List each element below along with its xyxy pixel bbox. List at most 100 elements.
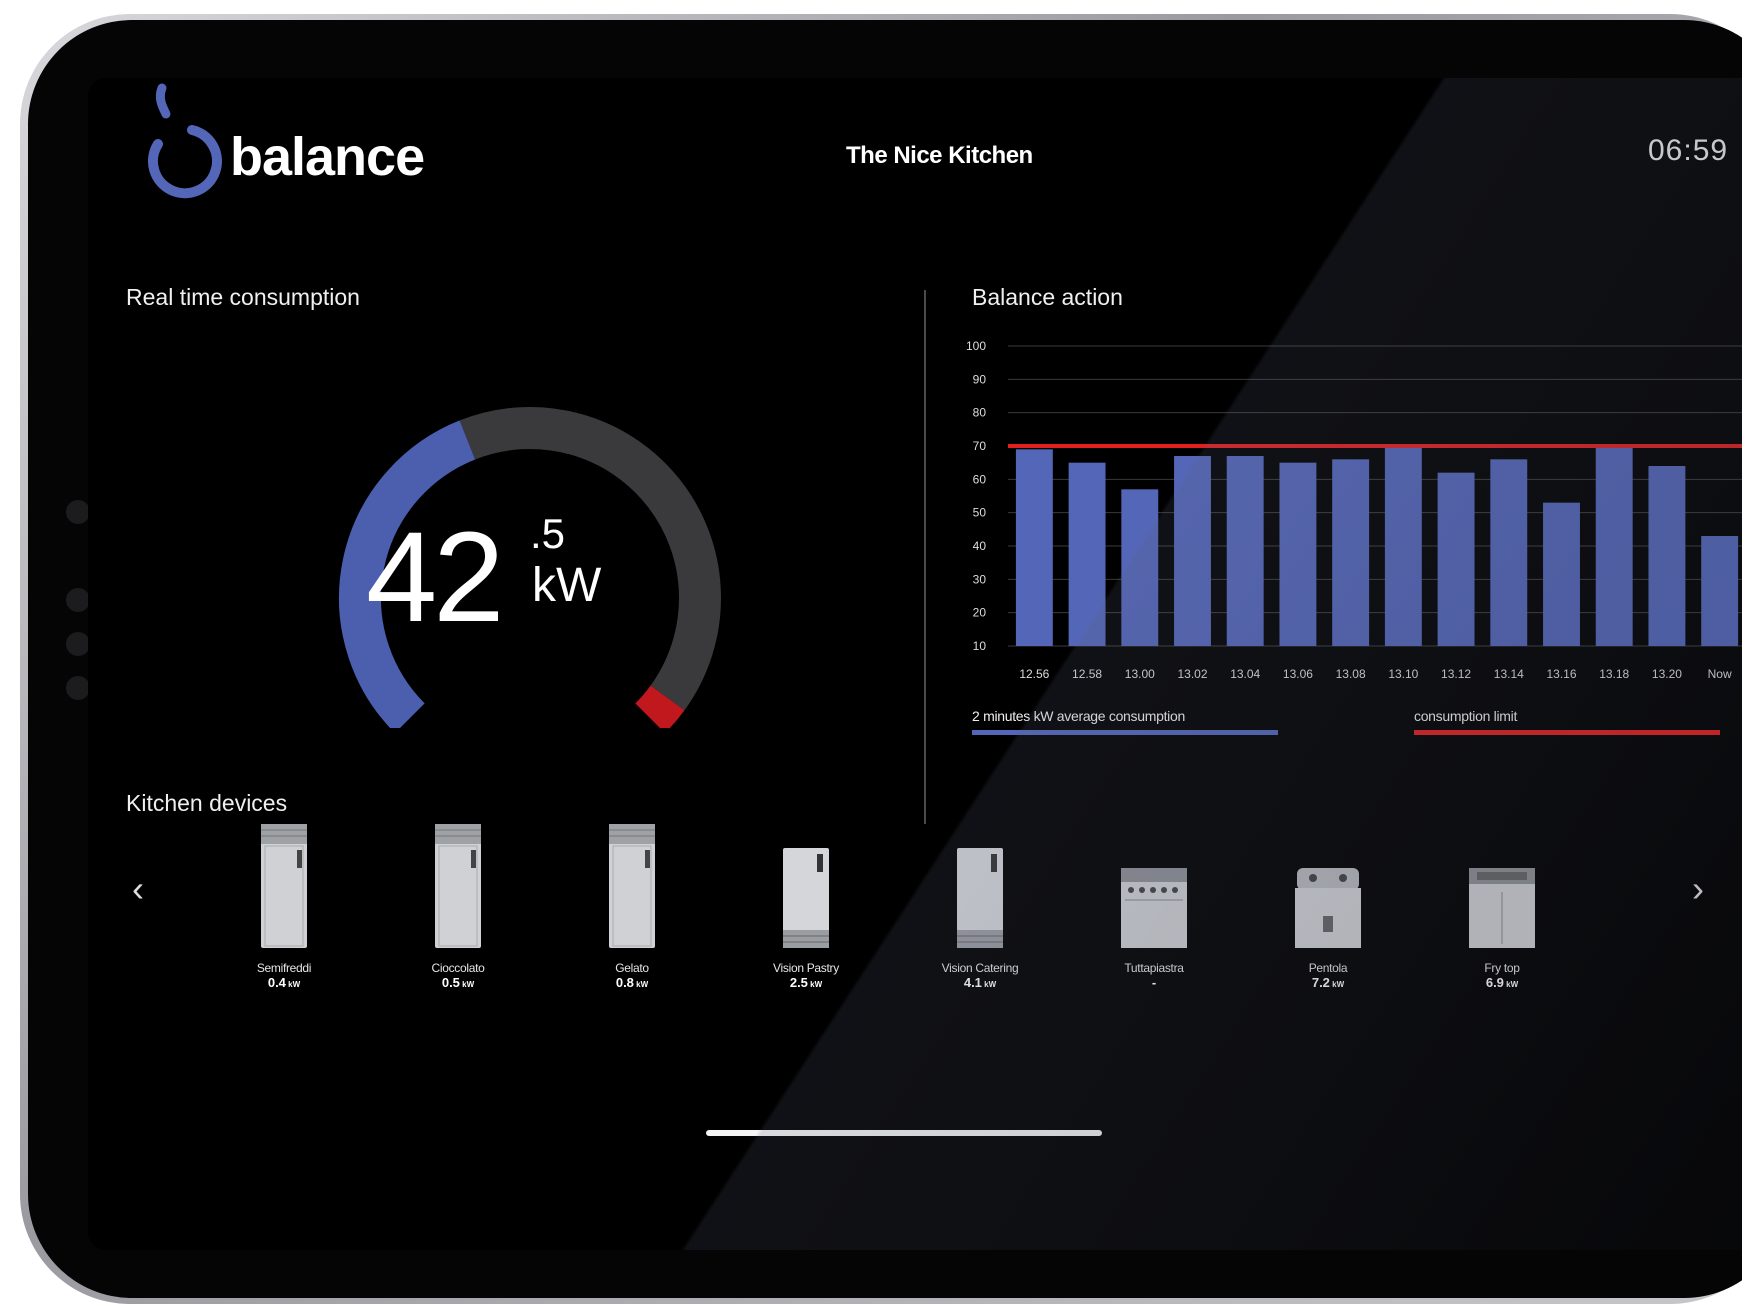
x-tick-label: 13.12 (1441, 667, 1471, 681)
bar (1543, 502, 1580, 646)
device-item[interactable]: Vision Pastry 2.5 kW (736, 846, 876, 990)
device-power-value: 2.5 (789, 975, 808, 990)
bar (1279, 462, 1317, 646)
device-power-value: - (1151, 975, 1157, 990)
y-tick-label: 70 (973, 439, 987, 453)
bar (1121, 489, 1159, 646)
device-name: Semifreddi (256, 961, 312, 975)
device-power-value: 0.8 (615, 975, 634, 990)
side-button (66, 588, 90, 612)
y-tick-label: 50 (973, 506, 987, 520)
device-name: Gelato (615, 961, 649, 975)
device-power-unit: kW (1503, 980, 1519, 989)
y-tick-label: 40 (973, 539, 987, 553)
y-tick-label: 60 (973, 472, 987, 486)
bar (1384, 446, 1422, 646)
y-tick-label: 80 (973, 406, 987, 420)
balance-chart: 10 20 30 40 50 60 70 80 90 100 12.56 12.58 13.00 13.… (966, 339, 1742, 681)
balance-logo-icon (147, 83, 222, 199)
x-tick-label: 13.02 (1177, 667, 1207, 681)
gauge-decimal: .5 (530, 510, 566, 557)
y-tick-label: 100 (966, 339, 986, 353)
tall-fridge-icon (388, 822, 528, 955)
device-power-value: 7.2 (1311, 975, 1330, 990)
device-power: 4.1 kW (910, 975, 1050, 990)
device-power: 0.5 kW (388, 975, 528, 990)
devices-title: Kitchen devices (126, 790, 288, 816)
side-button (66, 676, 90, 700)
x-tick-label: 13.00 (1125, 667, 1155, 681)
balance-title: Balance action (972, 284, 1123, 310)
home-indicator[interactable] (706, 1130, 1102, 1136)
device-power-value: 6.9 (1485, 975, 1504, 990)
device-name: Vision Catering (941, 961, 1019, 975)
blast-chiller-icon (910, 846, 1050, 955)
bar (1015, 449, 1053, 646)
bar (1490, 459, 1528, 646)
x-tick-label: 13.18 (1599, 667, 1629, 681)
y-tick-label: 30 (973, 572, 987, 586)
device-power: 2.5 kW (736, 975, 876, 990)
device-power-unit: kW (285, 980, 301, 989)
x-tick-label: 13.10 (1388, 667, 1418, 681)
device-power-unit: kW (807, 980, 823, 989)
device-name: Tuttapiastra (1124, 961, 1184, 975)
device-power-unit: kW (459, 980, 475, 989)
side-button (66, 632, 90, 656)
device-power-value: 0.4 (267, 975, 286, 990)
device-item[interactable]: Cioccolato 0.5 kW (388, 822, 528, 990)
bar (1595, 446, 1633, 646)
realtime-title: Real time consumption (126, 284, 360, 310)
gauge-value: 42 (366, 506, 504, 649)
bar (1174, 456, 1211, 646)
device-item[interactable]: Tuttapiastra - (1084, 866, 1224, 990)
tall-fridge-icon (214, 822, 354, 955)
bar (1332, 459, 1370, 646)
device-item[interactable]: Vision Catering 4.1 kW (910, 846, 1050, 990)
kitchen-name: The Nice Kitchen (846, 142, 1033, 169)
x-tick-label: Now (1708, 667, 1732, 681)
clock: 06:59 (1648, 134, 1729, 167)
x-tick-label: 13.04 (1230, 667, 1260, 681)
gauge-limit-arc (635, 685, 685, 728)
device-name: Cioccolato (431, 961, 485, 975)
bar (1437, 472, 1475, 646)
bar (1068, 462, 1106, 646)
device-power: 0.8 kW (562, 975, 702, 990)
device-power-unit: kW (633, 980, 649, 989)
y-tick-label: 20 (973, 606, 987, 620)
y-tick-label: 90 (973, 372, 987, 386)
blast-chiller-icon (736, 846, 876, 955)
device-name: Vision Pastry (773, 961, 839, 975)
device-power-value: 4.1 (963, 975, 982, 990)
x-tick-label: 13.14 (1494, 667, 1524, 681)
boiling-pan-icon (1258, 860, 1398, 955)
brand-name: balance (230, 127, 425, 187)
device-name: Fry top (1484, 961, 1520, 975)
device-item[interactable]: Pentola 7.2 kW (1258, 860, 1398, 990)
device-item[interactable]: Semifreddi 0.4 kW (214, 822, 354, 990)
x-tick-label: 12.58 (1072, 667, 1102, 681)
device-item[interactable]: Fry top 6.9 kW (1432, 866, 1572, 990)
legend-limit-swatch (1414, 730, 1720, 735)
legend-avg-label: 2 minutes kW average consumption (972, 708, 1185, 724)
legend-limit-label: consumption limit (1414, 708, 1518, 724)
device-power-unit: kW (1329, 980, 1345, 989)
tall-fridge-icon (562, 822, 702, 955)
chevron-left-icon[interactable]: ‹ (132, 868, 144, 910)
x-tick-label: 13.08 (1336, 667, 1366, 681)
camera-dot (66, 500, 90, 524)
gauge-unit: kW (532, 559, 602, 612)
device-power: 6.9 kW (1432, 975, 1572, 990)
chevron-right-icon[interactable]: › (1692, 868, 1704, 910)
x-tick-label: 13.20 (1652, 667, 1682, 681)
device-power: 0.4 kW (214, 975, 354, 990)
device-power: 7.2 kW (1258, 975, 1398, 990)
fry-top-icon (1432, 866, 1572, 955)
device-power-unit: kW (981, 980, 997, 989)
device-item[interactable]: Gelato 0.8 kW (562, 822, 702, 990)
device-power: - (1084, 975, 1224, 990)
legend-avg-swatch (972, 730, 1278, 735)
x-tick-label: 12.56 (1019, 667, 1049, 681)
bar (1226, 456, 1264, 646)
